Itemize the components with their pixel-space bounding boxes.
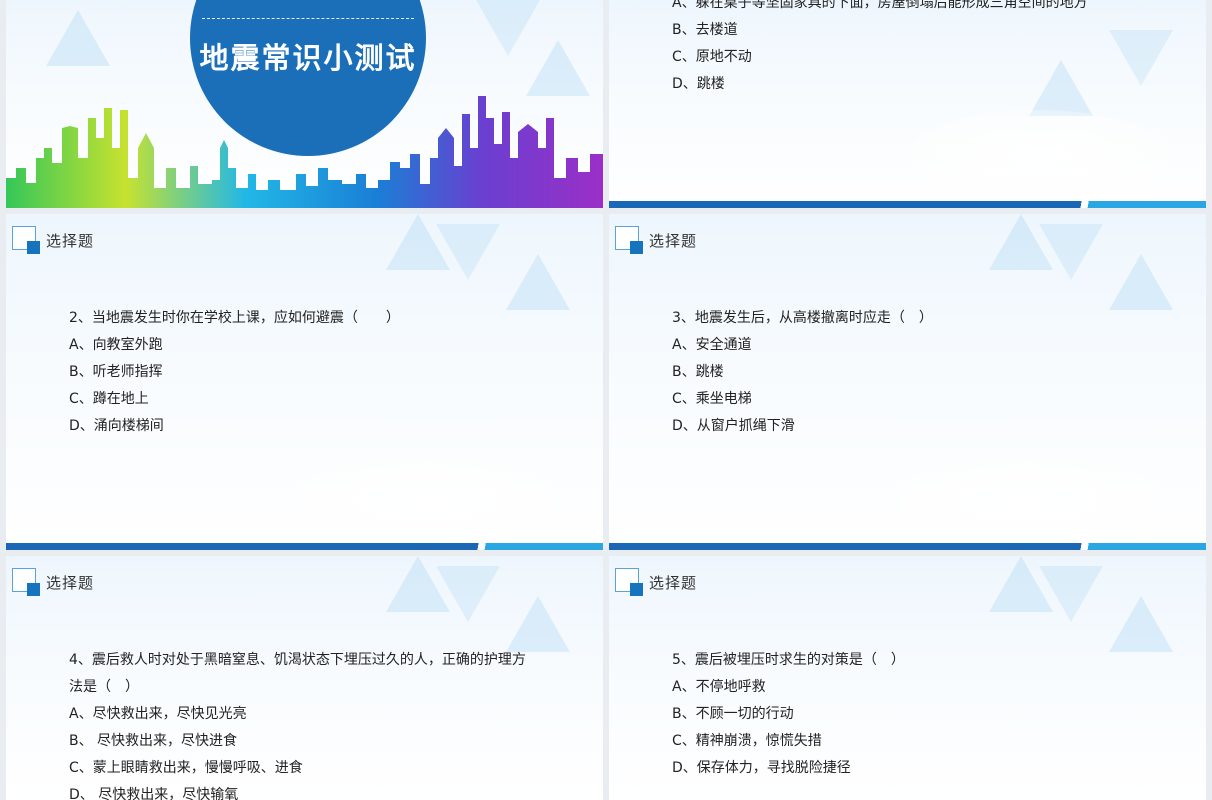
option-b: B、跳楼	[672, 364, 724, 380]
bg-triangle	[46, 10, 110, 66]
bg-triangle	[1039, 566, 1103, 622]
question-block: 5、震后被埋压时求生的对策是（ ） A、不停地呼救 B、不顾一切的行动 C、精神…	[672, 647, 905, 782]
option-a: A、躲在桌子等坚固家具的下面，房屋倒塌后能形成三角空间的地方	[672, 0, 1088, 11]
header-square-icon	[615, 568, 643, 596]
option-b: B、听老师指挥	[69, 364, 163, 380]
option-b: B、去楼道	[672, 22, 738, 38]
slide-question-4[interactable]: 选择题 4、震后救人时对处于黑暗窒息、饥渴状态下埋压过久的人，正确的护理方法是（…	[6, 556, 603, 800]
header-square-icon	[12, 568, 40, 596]
slide-question-1-partial[interactable]: A、躲在桌子等坚固家具的下面，房屋倒塌后能形成三角空间的地方 B、去楼道 C、原…	[609, 0, 1206, 208]
option-c: C、乘坐电梯	[672, 391, 752, 407]
question-stem: 2、当地震发生时你在学校上课，应如何避震（ ）	[69, 310, 400, 326]
bg-glow	[909, 110, 1169, 200]
footer-stripe	[609, 201, 1206, 208]
bg-glow	[899, 454, 1159, 544]
header-square-icon	[12, 226, 40, 254]
option-a: A、安全通道	[672, 337, 752, 353]
option-a: A、不停地呼救	[672, 679, 766, 695]
options-list: A、躲在桌子等坚固家具的下面，房屋倒塌后能形成三角空间的地方 B、去楼道 C、原…	[672, 0, 1088, 98]
bg-triangle	[506, 596, 570, 652]
question-block: 4、震后救人时对处于黑暗窒息、饥渴状态下埋压过久的人，正确的护理方法是（ ） A…	[69, 647, 539, 800]
bg-triangle	[436, 224, 500, 280]
option-d: D、保存体力，寻找脱险捷径	[672, 760, 851, 776]
bg-triangle	[436, 566, 500, 622]
slide-title[interactable]: 地震常识小测试	[6, 0, 603, 208]
footer-stripe	[6, 543, 603, 550]
option-d: D、从窗户抓绳下滑	[672, 418, 795, 434]
title-dashed-line	[202, 18, 414, 19]
option-b: B、 尽快救出来，尽快进食	[69, 733, 238, 749]
question-block: 3、地震发生后，从高楼撤离时应走（ ） A、安全通道 B、跳楼 C、乘坐电梯 D…	[672, 305, 933, 440]
slide-question-5[interactable]: 选择题 5、震后被埋压时求生的对策是（ ） A、不停地呼救 B、不顾一切的行动 …	[609, 556, 1206, 800]
bg-triangle	[1039, 224, 1103, 280]
option-c: C、蒙上眼睛救出来，慢慢呼吸、进食	[69, 760, 303, 776]
section-header: 选择题	[649, 232, 698, 250]
option-c: C、蹲在地上	[69, 391, 149, 407]
bg-glow	[296, 454, 556, 544]
title-text: 地震常识小测试	[199, 41, 417, 75]
option-c: C、原地不动	[672, 49, 752, 65]
section-header: 选择题	[46, 232, 95, 250]
slide-question-3[interactable]: 选择题 3、地震发生后，从高楼撤离时应走（ ） A、安全通道 B、跳楼 C、乘坐…	[609, 214, 1206, 550]
slide-question-2[interactable]: 选择题 2、当地震发生时你在学校上课，应如何避震（ ） A、向教室外跑 B、听老…	[6, 214, 603, 550]
question-stem: 3、地震发生后，从高楼撤离时应走（ ）	[672, 310, 933, 326]
option-a: A、向教室外跑	[69, 337, 163, 353]
option-d: D、跳楼	[672, 76, 725, 92]
question-stem: 5、震后被埋压时求生的对策是（ ）	[672, 652, 905, 668]
bg-triangle	[1109, 596, 1173, 652]
option-c: C、精神崩溃，惊慌失措	[672, 733, 822, 749]
question-stem: 4、震后救人时对处于黑暗窒息、饥渴状态下埋压过久的人，正确的护理方法是（ ）	[69, 652, 526, 695]
option-a: A、尽快救出来，尽快见光亮	[69, 706, 247, 722]
bg-triangle	[1109, 254, 1173, 310]
bg-triangle	[1109, 30, 1173, 86]
option-b: B、不顾一切的行动	[672, 706, 794, 722]
section-header: 选择题	[46, 574, 95, 592]
header-square-icon	[615, 226, 643, 254]
question-block: 2、当地震发生时你在学校上课，应如何避震（ ） A、向教室外跑 B、听老师指挥 …	[69, 305, 400, 440]
footer-stripe	[609, 543, 1206, 550]
bg-triangle	[506, 254, 570, 310]
section-header: 选择题	[649, 574, 698, 592]
option-d: D、涌向楼梯间	[69, 418, 164, 434]
option-d: D、 尽快救出来，尽快输氧	[69, 787, 239, 800]
